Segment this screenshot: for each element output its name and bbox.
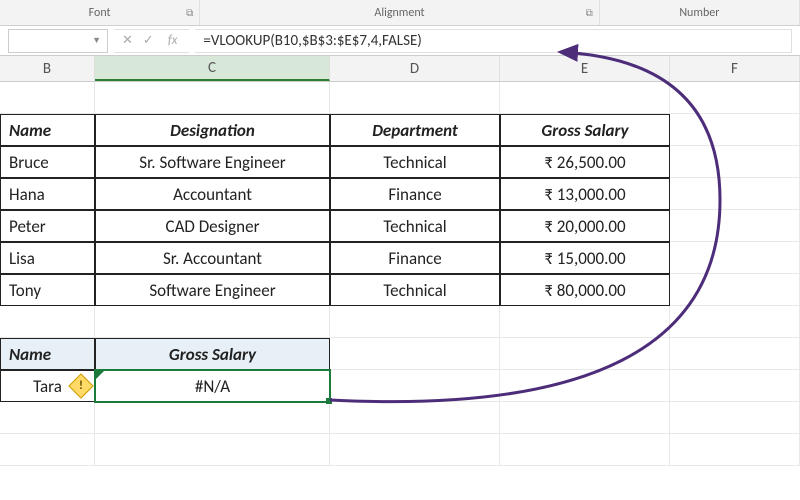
ribbon-group-labels: Font ⧉ Alignment ⧉ Number (0, 0, 800, 26)
cell-salary[interactable]: ₹ 13,000.00 (500, 178, 670, 210)
cell[interactable] (670, 402, 800, 434)
cell[interactable] (0, 434, 95, 466)
cell-designation[interactable]: Sr. Software Engineer (95, 146, 330, 178)
cell-department[interactable]: Technical (330, 274, 500, 306)
cell[interactable] (95, 402, 330, 434)
cell[interactable] (95, 434, 330, 466)
col-header-C[interactable]: C (95, 56, 330, 81)
cell[interactable] (500, 434, 670, 466)
cell-designation[interactable]: Sr. Accountant (95, 242, 330, 274)
col-header-D[interactable]: D (330, 56, 500, 81)
col-header-E[interactable]: E (500, 56, 670, 81)
cell-designation[interactable]: CAD Designer (95, 210, 330, 242)
lookup-header-salary[interactable]: Gross Salary (95, 338, 330, 370)
cell[interactable] (670, 178, 800, 210)
cell[interactable] (330, 402, 500, 434)
cell[interactable] (330, 82, 500, 114)
cell[interactable] (670, 242, 800, 274)
lookup-header-name[interactable]: Name (0, 338, 95, 370)
ribbon-group-font: Font ⧉ (0, 0, 200, 25)
cell-name[interactable]: Peter (0, 210, 95, 242)
confirm-icon[interactable]: ✓ (143, 33, 154, 48)
cell-department[interactable]: Finance (330, 242, 500, 274)
cell[interactable] (670, 434, 800, 466)
cell-salary[interactable]: ₹ 80,000.00 (500, 274, 670, 306)
table-header-department[interactable]: Department (330, 114, 500, 146)
cell[interactable] (500, 370, 670, 402)
cell[interactable] (670, 274, 800, 306)
cell[interactable] (0, 82, 95, 114)
lookup-result-cell[interactable]: #N/A (95, 370, 330, 402)
table-row: Bruce Sr. Software Engineer Technical ₹ … (0, 146, 800, 178)
table-row: Tony Software Engineer Technical ₹ 80,00… (0, 274, 800, 306)
table-header-designation[interactable]: Designation (95, 114, 330, 146)
cancel-icon[interactable]: ✕ (122, 33, 133, 48)
cell[interactable] (330, 370, 500, 402)
cell[interactable] (500, 306, 670, 338)
cell[interactable] (0, 402, 95, 434)
chevron-down-icon[interactable]: ▼ (92, 35, 101, 46)
cell[interactable] (95, 82, 330, 114)
formula-controls: ✕ ✓ fx (114, 29, 189, 53)
ribbon-group-number: Number (600, 0, 800, 25)
cell-name[interactable]: Tony (0, 274, 95, 306)
cell-designation[interactable]: Accountant (95, 178, 330, 210)
dialog-launcher-icon[interactable]: ⧉ (586, 6, 593, 19)
ribbon-group-alignment: Alignment ⧉ (200, 0, 600, 25)
table-header-salary[interactable]: Gross Salary (500, 114, 670, 146)
formula-indicator-icon (96, 371, 104, 379)
formula-input[interactable]: =VLOOKUP(B10,$B$3:$E$7,4,FALSE) (195, 29, 792, 53)
cell[interactable] (95, 306, 330, 338)
cell[interactable] (330, 434, 500, 466)
cell[interactable] (500, 338, 670, 370)
cell-salary[interactable]: ₹ 20,000.00 (500, 210, 670, 242)
dialog-launcher-icon[interactable]: ⧉ (186, 6, 193, 19)
column-headers: B C D E F (0, 56, 800, 82)
formula-bar: ▼ ✕ ✓ fx =VLOOKUP(B10,$B$3:$E$7,4,FALSE) (0, 26, 800, 56)
cell[interactable] (670, 114, 800, 146)
cell[interactable] (670, 338, 800, 370)
cell[interactable] (500, 402, 670, 434)
cell-department[interactable]: Finance (330, 178, 500, 210)
cell[interactable] (670, 146, 800, 178)
table-header-name[interactable]: Name (0, 114, 95, 146)
spreadsheet-grid[interactable]: B C D E F Name Designation Department Gr… (0, 56, 800, 466)
cell[interactable] (500, 82, 670, 114)
cell[interactable] (670, 306, 800, 338)
cell-name[interactable]: Lisa (0, 242, 95, 274)
cell-department[interactable]: Technical (330, 146, 500, 178)
cell-designation[interactable]: Software Engineer (95, 274, 330, 306)
table-row: Peter CAD Designer Technical ₹ 20,000.00 (0, 210, 800, 242)
cell-name[interactable]: Hana (0, 178, 95, 210)
name-box[interactable]: ▼ (8, 29, 108, 53)
col-header-B[interactable]: B (0, 56, 95, 81)
cell[interactable] (330, 306, 500, 338)
fx-icon[interactable]: fx (164, 33, 182, 48)
table-row: Lisa Sr. Accountant Finance ₹ 15,000.00 (0, 242, 800, 274)
cell[interactable] (670, 210, 800, 242)
cell-salary[interactable]: ₹ 26,500.00 (500, 146, 670, 178)
cell-name[interactable]: Bruce (0, 146, 95, 178)
cell[interactable] (670, 82, 800, 114)
table-row: Hana Accountant Finance ₹ 13,000.00 (0, 178, 800, 210)
col-header-F[interactable]: F (670, 56, 800, 81)
cell[interactable] (670, 370, 800, 402)
cell[interactable] (330, 338, 500, 370)
cell-department[interactable]: Technical (330, 210, 500, 242)
cell[interactable] (0, 306, 95, 338)
cell-salary[interactable]: ₹ 15,000.00 (500, 242, 670, 274)
